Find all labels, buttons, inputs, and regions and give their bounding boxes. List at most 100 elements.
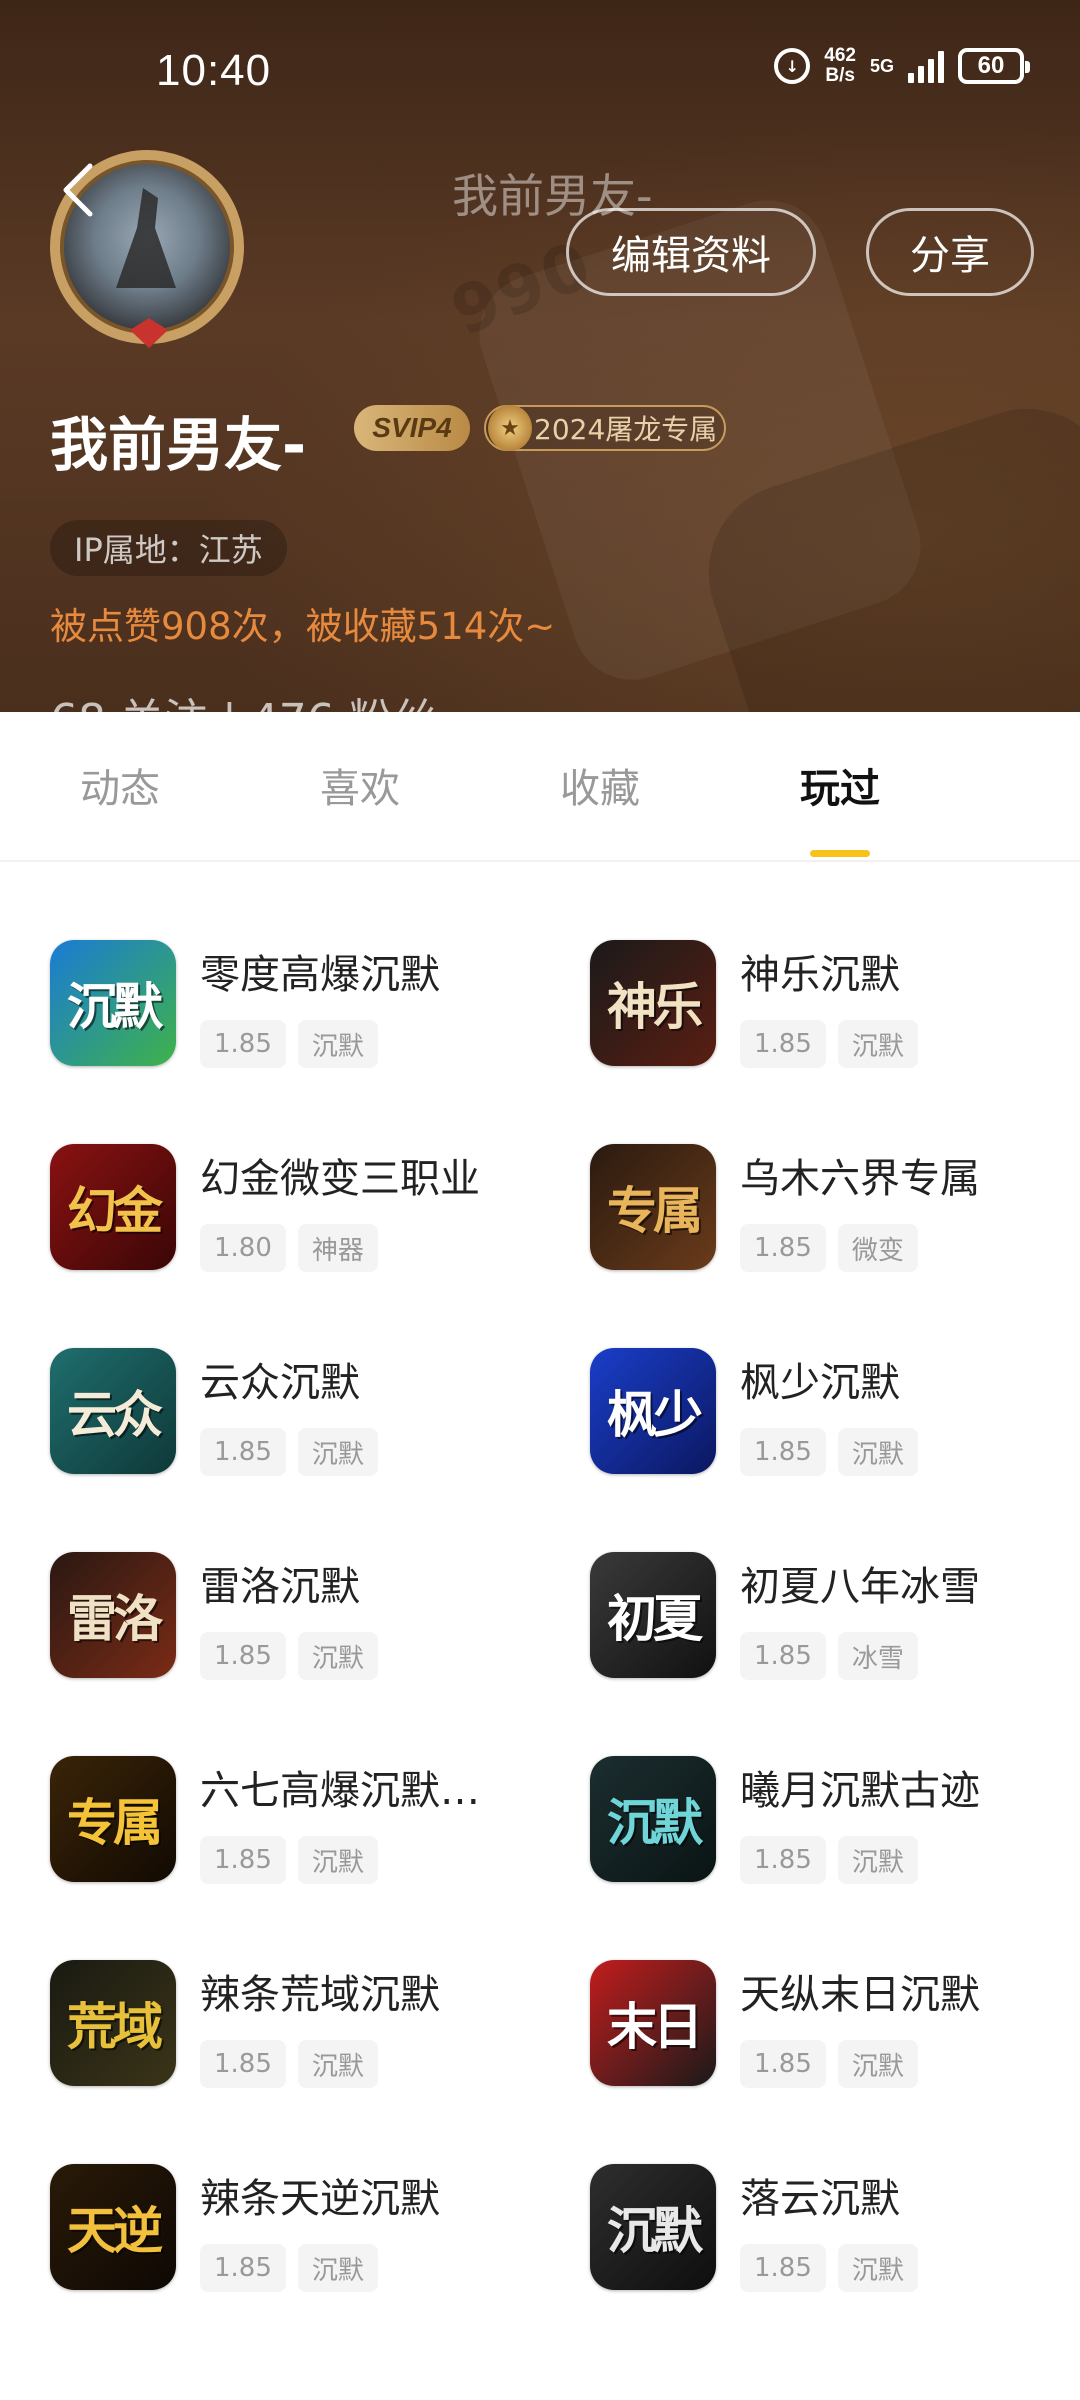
version-chip: 1.80 <box>200 1224 286 1272</box>
game-tags: 1.85 沉默 <box>740 1428 918 1476</box>
game-card[interactable]: 枫少 枫少沉默 1.85 沉默 <box>590 1348 1080 1498</box>
back-arrow-icon[interactable] <box>52 160 112 220</box>
game-icon[interactable]: 云众 <box>50 1348 176 1474</box>
game-card[interactable]: 荒域 辣条荒域沉默 1.85 沉默 <box>50 1960 570 2110</box>
game-icon-text: 神乐 <box>607 977 703 1036</box>
tag-chip: 沉默 <box>297 2244 378 2292</box>
game-tags: 1.85 沉默 <box>740 2244 918 2292</box>
game-tags: 1.85 沉默 <box>200 1836 378 1884</box>
battery-icon: 60 <box>958 48 1030 84</box>
game-icon[interactable]: 天逆 <box>50 2164 176 2290</box>
tab-likes[interactable]: 喜欢 <box>280 756 440 814</box>
honor-badge-label: 2024屠龙专属 <box>534 413 718 446</box>
tag-chip: 冰雪 <box>837 1632 918 1680</box>
svip-badge[interactable]: SVIP4 <box>354 405 470 451</box>
game-card[interactable]: 专属 六七高爆沉默专属 1.85 沉默 <box>50 1756 570 1906</box>
game-tags: 1.85 沉默 <box>200 2040 378 2088</box>
version-chip: 1.85 <box>740 1836 826 1884</box>
username: 我前男友- <box>50 411 307 479</box>
game-card[interactable]: 沉默 落云沉默 1.85 沉默 <box>590 2164 1080 2314</box>
tag-chip: 沉默 <box>837 2040 918 2088</box>
profile-header: 990 10:40 ↓ 462 B/s 5G 60 我前男友- 编辑资料 分享 … <box>0 0 1080 712</box>
network-type: 5G <box>869 56 894 76</box>
game-name: 六七高爆沉默专属 <box>200 1768 500 1814</box>
game-card[interactable]: 专属 乌木六界专属 1.85 微变 <box>590 1144 1080 1294</box>
game-icon[interactable]: 沉默 <box>50 940 176 1066</box>
game-icon[interactable]: 末日 <box>590 1960 716 2086</box>
data-saver-icon: ↓ <box>774 48 811 84</box>
signal-icon <box>908 49 944 83</box>
game-card[interactable]: 幻金 幻金微变三职业 1.80 神器 <box>50 1144 570 1294</box>
game-card[interactable]: 沉默 零度高爆沉默 1.85 沉默 <box>50 940 570 1090</box>
game-card[interactable]: 初夏 初夏八年冰雪 1.85 冰雪 <box>590 1552 1080 1702</box>
game-name: 辣条天逆沉默 <box>200 2176 440 2222</box>
game-card[interactable]: 雷洛 雷洛沉默 1.85 沉默 <box>50 1552 570 1702</box>
battery-level: 60 <box>977 52 1005 79</box>
version-chip: 1.85 <box>740 2040 826 2088</box>
version-chip: 1.85 <box>200 1428 286 1476</box>
game-icon-text: 沉默 <box>67 977 163 1036</box>
game-tags: 1.85 沉默 <box>740 2040 918 2088</box>
game-icon[interactable]: 沉默 <box>590 1756 716 1882</box>
version-chip: 1.85 <box>200 1020 286 1068</box>
status-time: 10:40 <box>156 46 272 95</box>
tag-chip: 沉默 <box>297 1020 378 1068</box>
game-tags: 1.85 沉默 <box>200 1428 378 1476</box>
game-name: 曦月沉默古迹 <box>740 1768 980 1814</box>
game-icon-text: 专属 <box>67 1793 163 1852</box>
game-icon[interactable]: 初夏 <box>590 1552 716 1678</box>
game-icon[interactable]: 枫少 <box>590 1348 716 1474</box>
game-icon-text: 荒域 <box>67 1997 163 2056</box>
game-tags: 1.85 冰雪 <box>740 1632 918 1680</box>
status-icons: ↓ 462 B/s 5G 60 <box>774 45 1030 86</box>
game-icon[interactable]: 神乐 <box>590 940 716 1066</box>
game-card[interactable]: 神乐 神乐沉默 1.85 沉默 <box>590 940 1080 1090</box>
edit-profile-button[interactable]: 编辑资料 <box>566 208 816 296</box>
content-sheet: 动态 喜欢 收藏 玩过 沉默 零度高爆沉默 1.85 沉默 神乐 神乐沉默 1.85 沉默 幻金… <box>0 712 1080 2400</box>
net-speed-value: 462 <box>824 45 856 66</box>
follow-stats[interactable]: 68 关注 | 476 粉丝 <box>50 684 437 712</box>
game-card[interactable]: 沉默 曦月沉默古迹 1.85 沉默 <box>590 1756 1080 1906</box>
tag-chip: 沉默 <box>837 1020 918 1068</box>
game-card[interactable]: 天逆 辣条天逆沉默 1.85 沉默 <box>50 2164 570 2314</box>
ip-location: IP属地：江苏 <box>50 520 287 576</box>
tag-chip: 沉默 <box>837 1836 918 1884</box>
tab-dynamic[interactable]: 动态 <box>40 756 200 814</box>
version-chip: 1.85 <box>740 1020 826 1068</box>
version-chip: 1.85 <box>740 2244 826 2292</box>
game-tags: 1.80 神器 <box>200 1224 378 1272</box>
game-icon-text: 末日 <box>607 1997 703 2056</box>
tag-chip: 沉默 <box>297 1836 378 1884</box>
game-card[interactable]: 云众 云众沉默 1.85 沉默 <box>50 1348 570 1498</box>
game-icon[interactable]: 专属 <box>50 1756 176 1882</box>
game-tags: 1.85 沉默 <box>740 1020 918 1068</box>
tab-played[interactable]: 玩过 <box>760 756 920 814</box>
game-name: 初夏八年冰雪 <box>740 1564 980 1610</box>
game-icon[interactable]: 雷洛 <box>50 1552 176 1678</box>
likes-summary: 被点赞908次，被收藏514次~ <box>50 605 556 648</box>
game-card[interactable]: 末日 天纵末日沉默 1.85 沉默 <box>590 1960 1080 2110</box>
game-icon-text: 沉默 <box>607 2201 703 2260</box>
tag-chip: 沉默 <box>297 1428 378 1476</box>
game-icon[interactable]: 幻金 <box>50 1144 176 1270</box>
honor-badge[interactable]: ★ 2024屠龙专属 <box>484 405 726 451</box>
version-chip: 1.85 <box>740 1632 826 1680</box>
tag-chip: 沉默 <box>837 1428 918 1476</box>
game-icon[interactable]: 荒域 <box>50 1960 176 2086</box>
version-chip: 1.85 <box>740 1224 826 1272</box>
game-name: 幻金微变三职业 <box>200 1156 480 1202</box>
tag-chip: 微变 <box>837 1224 918 1272</box>
tab-favorites[interactable]: 收藏 <box>520 756 680 814</box>
status-bar: 10:40 ↓ 462 B/s 5G 60 <box>0 40 1080 104</box>
game-icon-text: 枫少 <box>607 1385 703 1444</box>
game-tags: 1.85 微变 <box>740 1224 918 1272</box>
game-tags: 1.85 沉默 <box>740 1836 918 1884</box>
game-icon[interactable]: 专属 <box>590 1144 716 1270</box>
game-icon[interactable]: 沉默 <box>590 2164 716 2290</box>
game-icon-text: 初夏 <box>607 1589 703 1648</box>
version-chip: 1.85 <box>200 1836 286 1884</box>
game-icon-text: 云众 <box>67 1385 163 1444</box>
game-tags: 1.85 沉默 <box>200 1632 378 1680</box>
share-button[interactable]: 分享 <box>866 208 1034 296</box>
avatar-figure <box>116 188 176 288</box>
